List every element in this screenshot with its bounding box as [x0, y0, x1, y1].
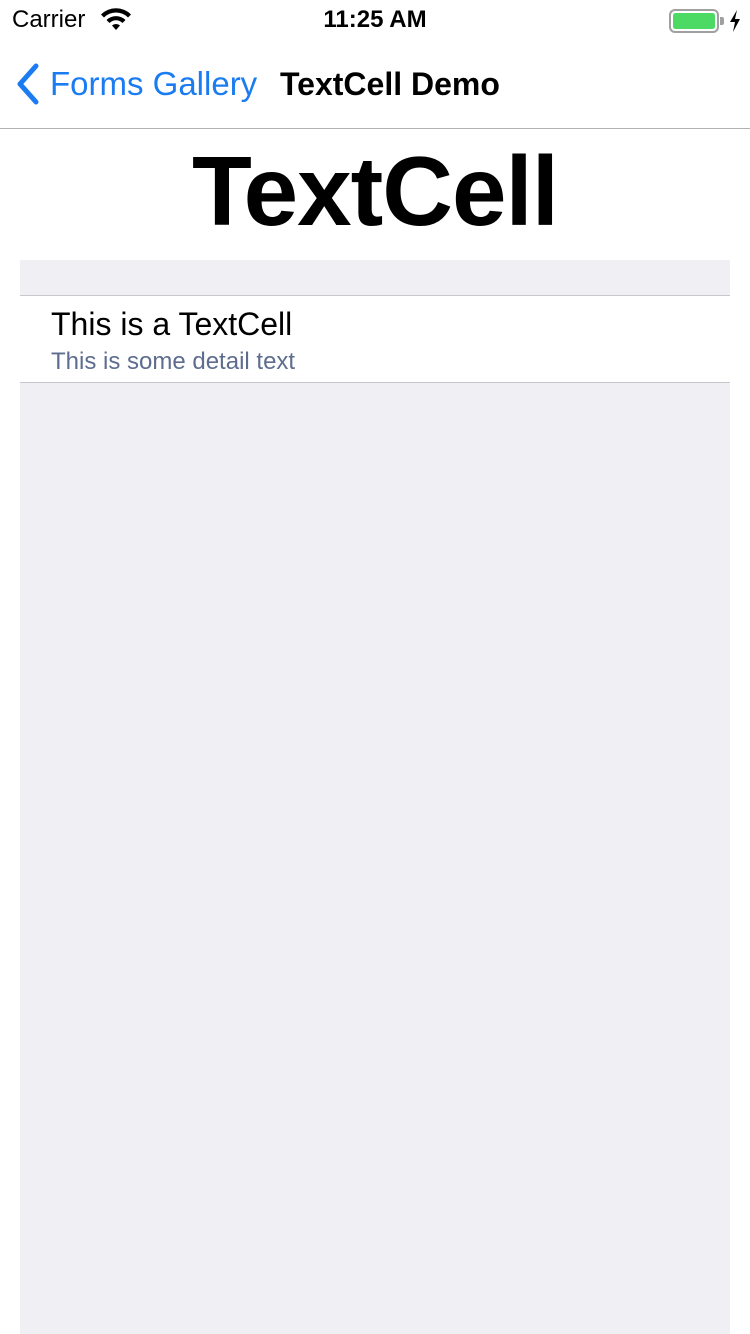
back-button-label: Forms Gallery	[50, 65, 258, 102]
navigation-bar: Forms Gallery TextCell Demo	[0, 40, 750, 129]
back-button[interactable]: Forms Gallery	[14, 62, 257, 106]
clock: 11:25 AM	[323, 6, 427, 33]
nav-title: TextCell Demo	[280, 66, 500, 102]
page-heading: TextCell	[192, 136, 559, 246]
charging-bolt-icon	[730, 10, 740, 32]
screen: Carrier 11:25 AM Forms Gallery TextCell …	[0, 0, 750, 1334]
table-view[interactable]: This is a TextCell This is some detail t…	[20, 260, 730, 1334]
battery-full-icon	[669, 9, 724, 33]
chevron-left-icon	[17, 63, 39, 105]
text-cell[interactable]: This is a TextCell This is some detail t…	[20, 295, 730, 383]
cell-detail-text: This is some detail text	[51, 348, 296, 375]
status-bar: Carrier 11:25 AM	[0, 0, 750, 40]
cell-text: This is a TextCell	[51, 306, 293, 342]
